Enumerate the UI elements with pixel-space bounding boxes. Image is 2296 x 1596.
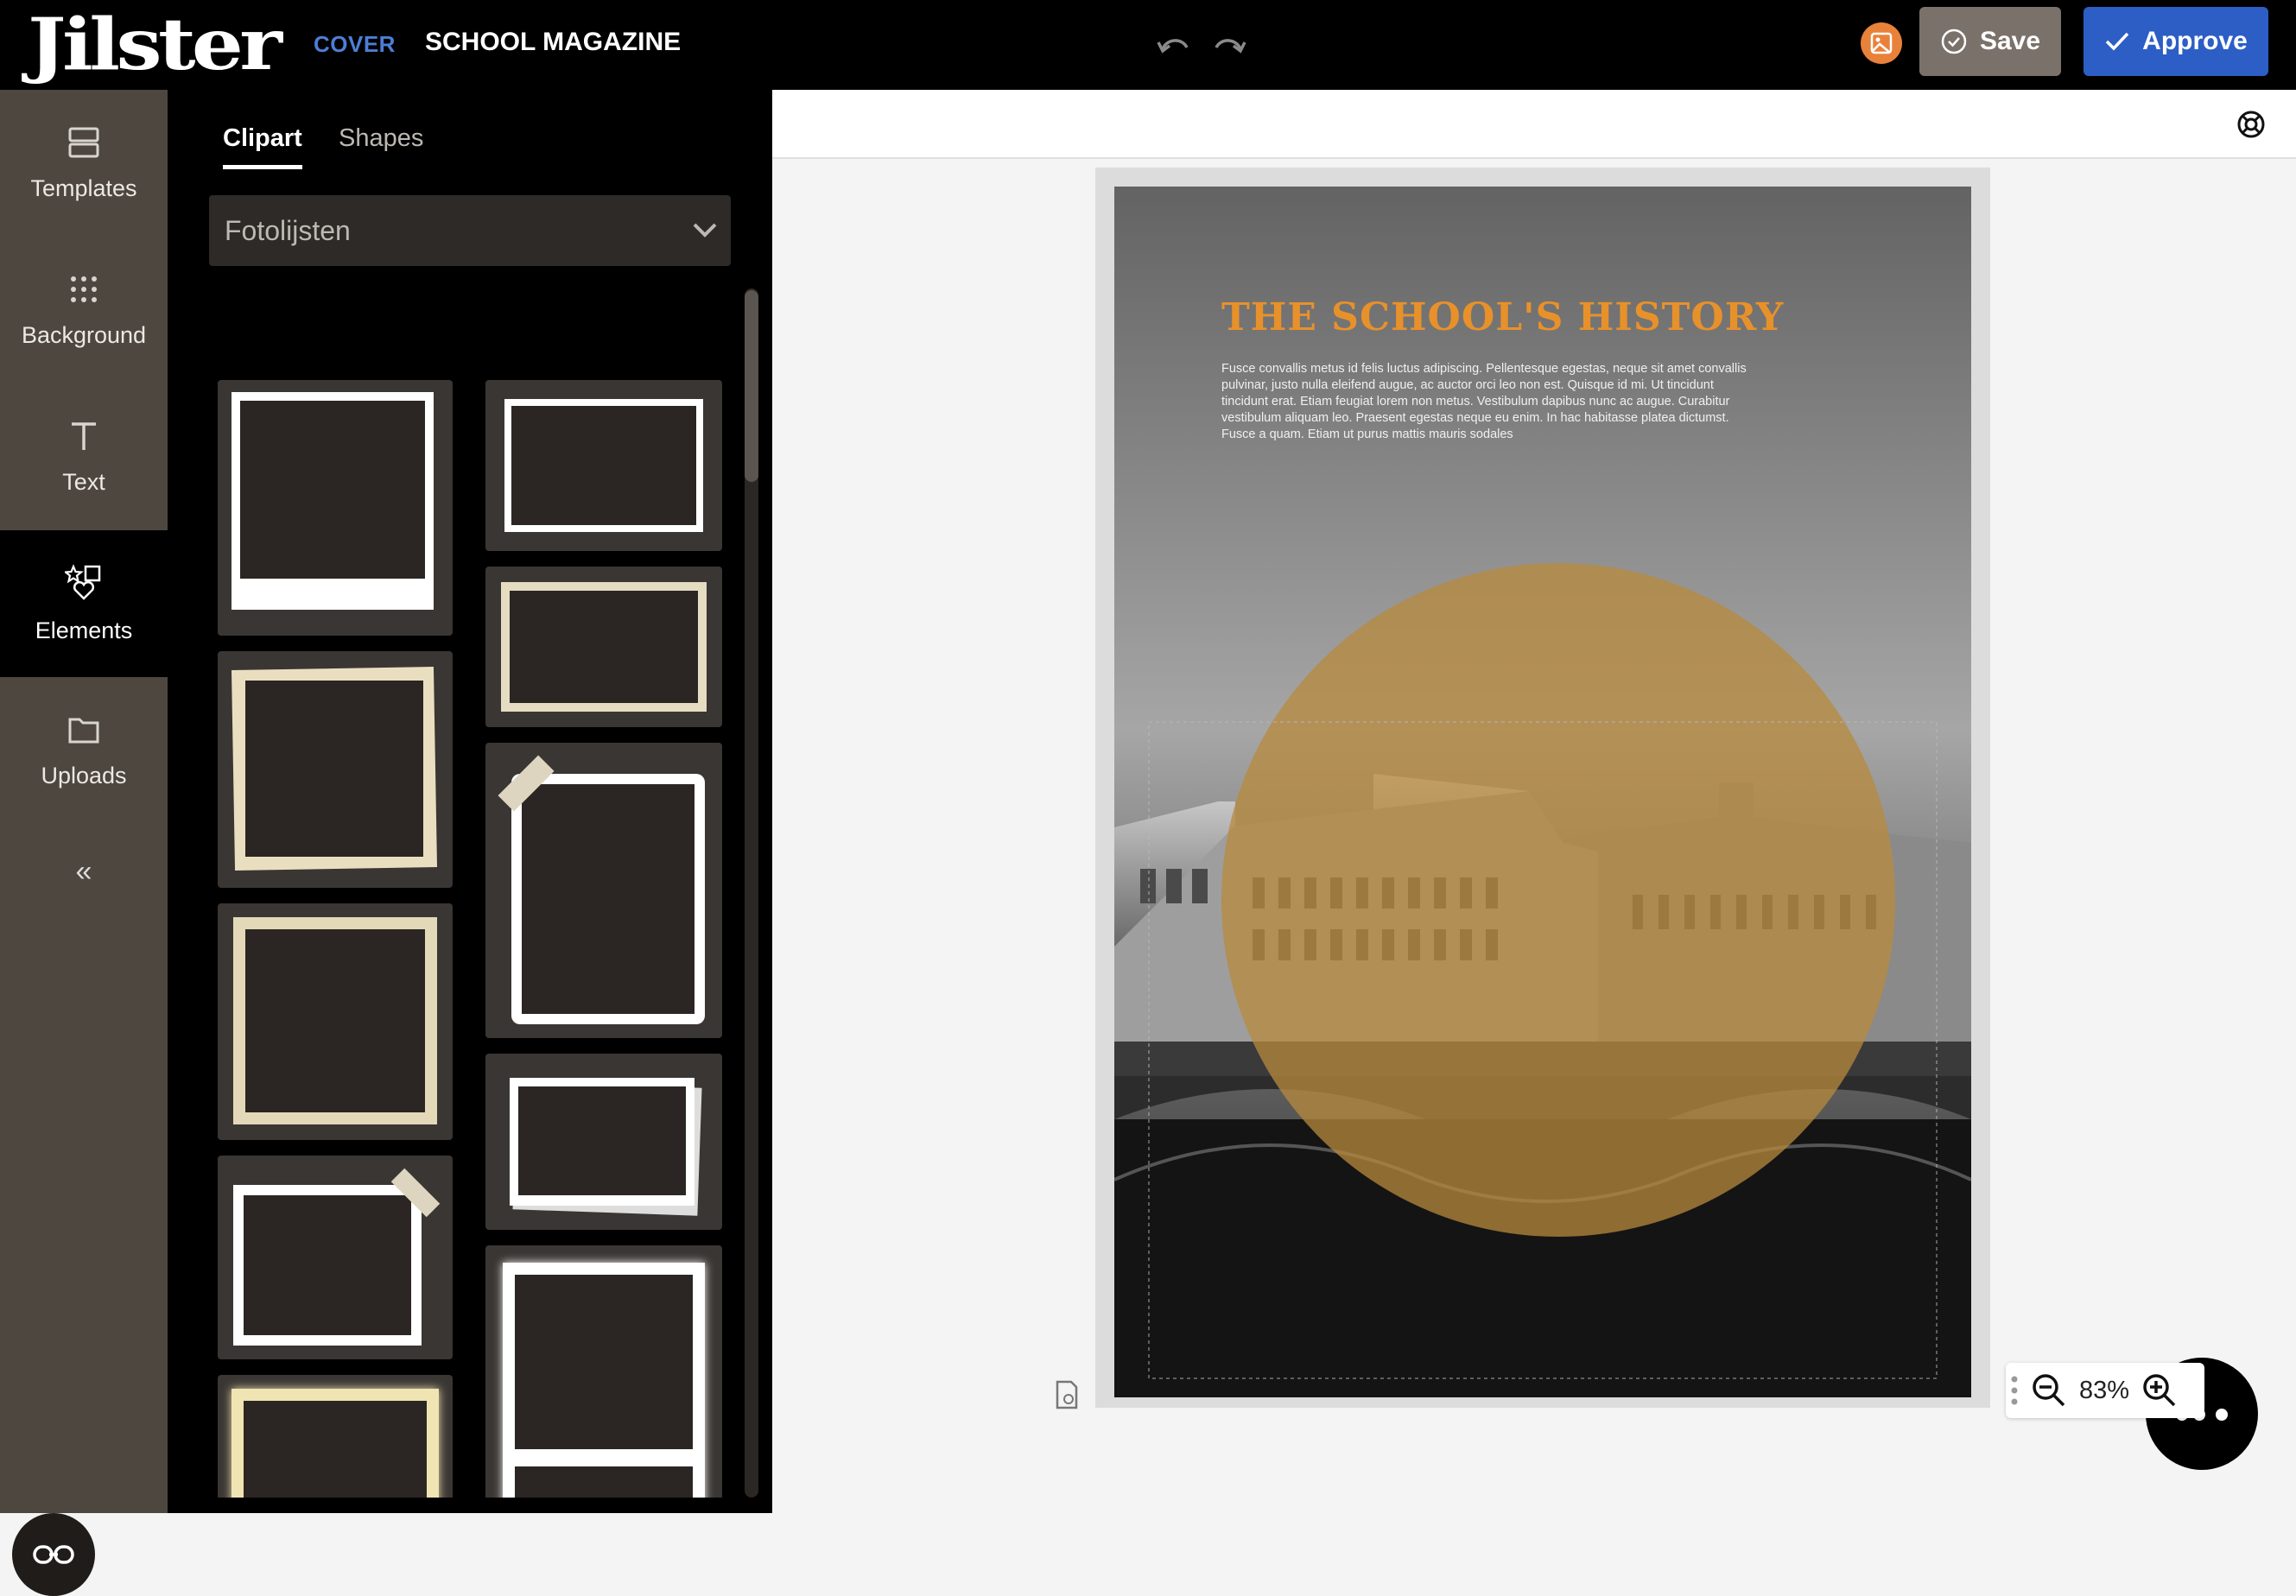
drag-handle-icon[interactable]: [2006, 1369, 2023, 1412]
left-sidebar: Templates Background Text Elements Uploa…: [0, 90, 168, 1596]
glasses-icon: [33, 1545, 74, 1564]
zoom-control: 83%: [2006, 1363, 2204, 1418]
zoom-in-icon[interactable]: [2139, 1370, 2180, 1411]
sidebar-item-label: Text: [62, 468, 105, 495]
approve-label: Approve: [2142, 27, 2248, 55]
jilster-logo[interactable]: Jilster: [28, 9, 282, 81]
undo-icon: [1157, 39, 1189, 54]
approve-button[interactable]: Approve: [2084, 7, 2268, 76]
text-icon: [72, 421, 96, 450]
page-heading[interactable]: THE SCHOOL'S HISTORY: [1221, 295, 1784, 339]
chevron-down-icon: [693, 223, 717, 238]
clipart-cream-frame[interactable]: [218, 651, 453, 888]
top-bar: Jilster COVER SCHOOL MAGAZINE Save Appro…: [0, 0, 2296, 90]
clipart-taped-frame[interactable]: [218, 1156, 453, 1359]
zoom-out-icon[interactable]: [2028, 1370, 2070, 1411]
sidebar-item-background[interactable]: Background: [0, 237, 168, 383]
check-circle-icon: [1941, 28, 1967, 54]
background-icon: [71, 276, 97, 302]
clipart-polaroid-frame[interactable]: [218, 380, 453, 636]
sidebar-item-elements[interactable]: Elements: [0, 530, 168, 677]
elements-panel: Clipart Shapes Fotolijsten: [168, 90, 772, 1513]
elements-icon: [65, 563, 101, 600]
lifebuoy-help-icon[interactable]: [2236, 109, 2267, 140]
redo-button[interactable]: [1211, 26, 1249, 64]
templates-icon: [68, 127, 99, 157]
gold-circle-shape: [1221, 563, 1895, 1237]
category-select-value: Fotolijsten: [225, 214, 351, 246]
image-icon: [1870, 32, 1893, 54]
redo-icon: [1215, 39, 1246, 54]
clipart-scalloped-frame[interactable]: [218, 903, 453, 1140]
page-settings-icon[interactable]: [1054, 1380, 1080, 1409]
canvas-toolbar: [772, 90, 2296, 159]
tab-shapes[interactable]: Shapes: [339, 124, 423, 165]
sidebar-item-label: Background: [21, 321, 147, 348]
sidebar-item-label: Uploads: [41, 762, 127, 788]
panel-scrollbar-thumb[interactable]: [745, 290, 758, 482]
sidebar-item-label: Elements: [35, 617, 133, 643]
sidebar-item-label: Templates: [30, 174, 137, 201]
page-body-text[interactable]: Fusce convallis metus id felis luctus ad…: [1221, 361, 1757, 443]
clipart-rough-cream-frame[interactable]: [485, 567, 722, 727]
category-select[interactable]: Fotolijsten: [209, 195, 731, 266]
image-quality-button[interactable]: [1861, 22, 1902, 64]
clipart-grid: [168, 288, 772, 1498]
check-icon: [2105, 32, 2129, 51]
canvas-area: THE SCHOOL'S HISTORY Fusce convallis met…: [772, 90, 2296, 1513]
section-label-cover[interactable]: COVER: [314, 31, 396, 58]
preview-toggle-button[interactable]: [12, 1513, 95, 1596]
magazine-page[interactable]: THE SCHOOL'S HISTORY Fusce convallis met…: [1114, 187, 1971, 1397]
sidebar-item-text[interactable]: Text: [0, 383, 168, 530]
sidebar-item-uploads[interactable]: Uploads: [0, 677, 168, 824]
zoom-level: 83%: [2078, 1376, 2130, 1404]
folder-icon: [68, 718, 99, 743]
clipart-thin-white-frame[interactable]: [485, 380, 722, 551]
clipart-wavy-taped-frame[interactable]: [485, 743, 722, 1038]
tab-clipart[interactable]: Clipart: [223, 124, 302, 169]
collapse-sidebar-button[interactable]: «: [62, 850, 105, 893]
save-label: Save: [1979, 27, 2041, 55]
undo-button[interactable]: [1154, 26, 1192, 64]
sidebar-item-templates[interactable]: Templates: [0, 90, 168, 237]
clipart-double-white-frame[interactable]: [485, 1245, 722, 1498]
save-button[interactable]: Save: [1919, 7, 2061, 76]
document-title[interactable]: SCHOOL MAGAZINE: [425, 28, 681, 57]
clipart-glow-frame[interactable]: [218, 1375, 453, 1498]
clipart-stacked-photos-frame[interactable]: [485, 1054, 722, 1230]
